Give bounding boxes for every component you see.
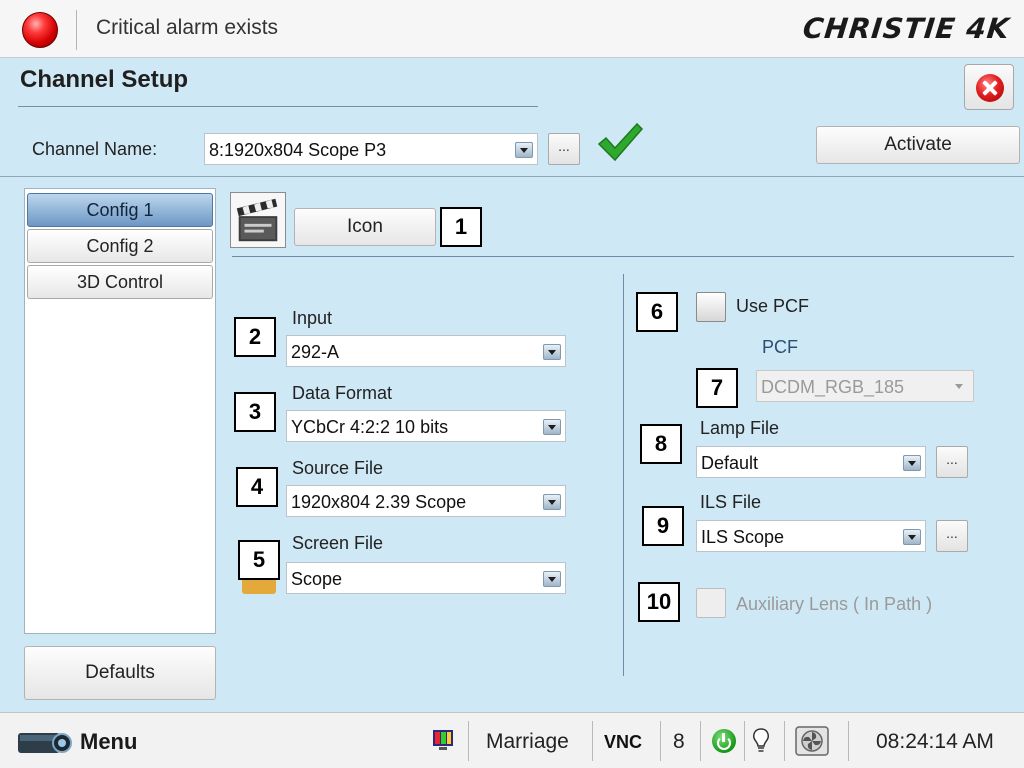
tab-config-2[interactable]: Config 2 (27, 229, 213, 263)
status-separator (700, 721, 701, 761)
callout-1: 1 (440, 207, 482, 247)
christie-4k-logo: CHRISTIE 4K (801, 12, 1012, 45)
chevron-down-icon (543, 419, 561, 435)
ils-file-value: ILS Scope (701, 527, 785, 547)
ils-file-browse-button[interactable]: ... (936, 520, 968, 552)
screen-file-select[interactable]: Scope (286, 562, 566, 594)
source-file-select[interactable]: 1920x804 2.39 Scope (286, 485, 566, 517)
source-file-value: 1920x804 2.39 Scope (291, 492, 467, 512)
clapperboard-icon[interactable] (230, 192, 286, 248)
use-pcf-checkbox[interactable] (696, 292, 726, 322)
status-separator (592, 721, 593, 761)
display-test-icon[interactable] (432, 729, 454, 751)
projector-menu-icon[interactable] (16, 725, 72, 757)
lamp-bulb-icon[interactable] (752, 727, 770, 755)
chevron-down-icon (543, 571, 561, 587)
status-separator (468, 721, 469, 761)
callout-7: 7 (696, 368, 738, 408)
auxiliary-lens-checkbox[interactable] (696, 588, 726, 618)
pcf-value: DCDM_RGB_185 (761, 377, 905, 397)
lamp-file-select[interactable]: Default (696, 446, 926, 478)
pcf-select[interactable]: DCDM_RGB_185 (756, 370, 974, 402)
topbar-separator (76, 10, 77, 50)
input-select[interactable]: 292-A (286, 335, 566, 367)
channel-name-label: Channel Name: (32, 139, 158, 159)
input-label: Input (292, 308, 333, 328)
cooling-fan-icon[interactable] (794, 724, 830, 758)
status-count: 8 (673, 730, 685, 753)
use-pcf-label: Use PCF (736, 296, 810, 316)
callout-10: 10 (638, 582, 680, 622)
chevron-down-icon (903, 455, 921, 471)
status-separator (784, 721, 785, 761)
chevron-down-icon (515, 142, 533, 158)
icon-button[interactable]: Icon (294, 208, 436, 246)
callout-5: 5 (238, 540, 280, 580)
lamp-file-value: Default (701, 453, 759, 473)
pcf-label: PCF (762, 337, 798, 357)
callout-3: 3 (234, 392, 276, 432)
callout-6: 6 (636, 292, 678, 332)
clock-time: 08:24:14 AM (876, 730, 994, 753)
screen-file-value: Scope (291, 569, 343, 589)
auxiliary-lens-label: Auxiliary Lens ( In Path ) (736, 594, 933, 614)
ils-file-label: ILS File (700, 492, 762, 512)
channel-name-value: 8:1920x804 Scope P3 (209, 140, 387, 160)
source-file-label: Source File (292, 458, 384, 478)
data-format-select[interactable]: YCbCr 4:2:2 10 bits (286, 410, 566, 442)
callout-4: 4 (236, 467, 278, 507)
marriage-status[interactable]: Marriage (486, 730, 569, 754)
alarm-bar: Critical alarm exists CHRISTIE 4K (0, 0, 1024, 58)
config-tab-list: Config 1 Config 2 3D Control (24, 188, 216, 634)
ils-file-select[interactable]: ILS Scope (696, 520, 926, 552)
tab-config-1[interactable]: Config 1 (27, 193, 213, 227)
checkmark-icon[interactable] (596, 120, 644, 164)
critical-alarm-icon[interactable] (22, 12, 58, 48)
data-format-label: Data Format (292, 383, 393, 403)
defaults-button[interactable]: Defaults (24, 646, 216, 700)
title-divider (18, 106, 538, 107)
vnc-status[interactable]: VNC (604, 732, 642, 753)
header-divider (0, 176, 1024, 177)
lamp-file-label: Lamp File (700, 418, 780, 438)
close-button[interactable] (964, 64, 1014, 110)
callout-8: 8 (640, 424, 682, 464)
alarm-status-text[interactable]: Critical alarm exists (96, 16, 278, 40)
lamp-file-browse-button[interactable]: ... (936, 446, 968, 478)
activate-button[interactable]: Activate (816, 126, 1020, 164)
status-bar: Menu Marriage VNC 8 08:24:14 AM (0, 712, 1024, 768)
content-divider (232, 256, 1014, 257)
chevron-down-icon (903, 529, 921, 545)
channel-name-select[interactable]: 8:1920x804 Scope P3 (204, 133, 538, 165)
channel-browse-button[interactable]: ... (548, 133, 580, 165)
callout-9: 9 (642, 506, 684, 546)
column-divider (623, 274, 624, 676)
menu-button[interactable]: Menu (80, 729, 137, 755)
chevron-down-icon (543, 344, 561, 360)
input-value: 292-A (291, 342, 340, 362)
status-separator (848, 721, 849, 761)
screen-file-label: Screen File (292, 533, 384, 553)
close-icon (976, 74, 1004, 102)
chevron-down-icon (543, 494, 561, 510)
chevron-down-icon (951, 379, 969, 395)
data-format-value: YCbCr 4:2:2 10 bits (291, 417, 449, 437)
status-separator (660, 721, 661, 761)
status-separator (744, 721, 745, 761)
callout-2: 2 (234, 317, 276, 357)
page-title: Channel Setup (20, 66, 189, 93)
tab-3d-control[interactable]: 3D Control (27, 265, 213, 299)
power-icon[interactable] (712, 729, 736, 753)
